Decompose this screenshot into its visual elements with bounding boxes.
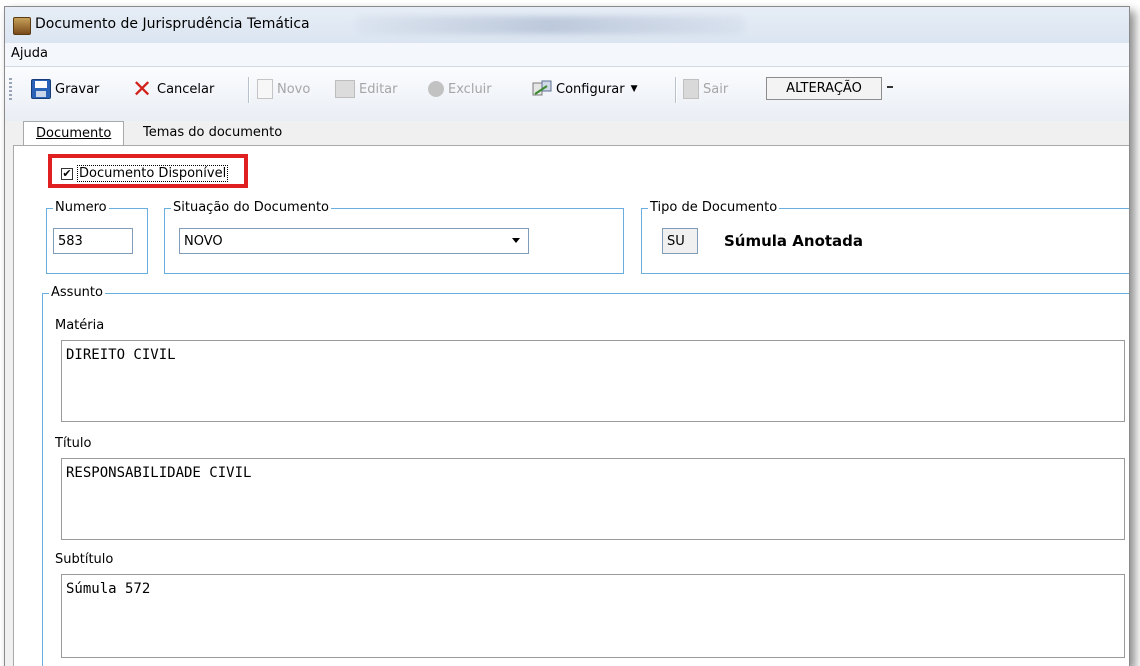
- toolbar-grip[interactable]: [9, 78, 12, 100]
- excluir-button[interactable]: Excluir: [428, 78, 492, 100]
- gravar-button[interactable]: Gravar: [31, 78, 99, 100]
- toolbar-separator: [248, 77, 250, 103]
- assunto-group: Assunto Matéria DIREITO CIVIL Título RES…: [42, 285, 1129, 666]
- window-title: Documento de Jurisprudência Temática: [35, 16, 310, 32]
- documento-disponivel-checkbox[interactable]: ✔ Documento Disponível: [61, 165, 229, 182]
- exit-icon: [683, 79, 699, 99]
- situacao-group: Situação do Documento NOVO: [164, 200, 624, 274]
- documento-disponivel-label: Documento Disponível: [77, 165, 229, 182]
- chevron-down-icon: ▼: [630, 84, 638, 94]
- titulo-textarea[interactable]: RESPONSABILIDADE CIVIL: [61, 458, 1125, 540]
- tipo-group-title: Tipo de Documento: [648, 200, 780, 215]
- subtitulo-label: Subtítulo: [55, 552, 114, 567]
- configurar-button[interactable]: Configurar ▼: [532, 78, 638, 100]
- save-icon: [31, 79, 51, 99]
- situacao-group-title: Situação do Documento: [171, 200, 332, 215]
- subtitulo-textarea[interactable]: Súmula 572: [61, 574, 1125, 658]
- tab-temas-label: Temas do documento: [143, 125, 283, 140]
- toolbar: Gravar ✕ Cancelar Novo Editar Excluir Co…: [5, 67, 1129, 122]
- situacao-select-value: NOVO: [184, 233, 223, 249]
- title-bar[interactable]: Documento de Jurisprudência Temática: [5, 7, 1129, 43]
- cancel-icon: ✕: [131, 75, 153, 103]
- tab-documento-label: Documento: [36, 126, 112, 141]
- edit-icon: [335, 80, 355, 98]
- numero-input[interactable]: 583: [53, 228, 133, 254]
- cancelar-button[interactable]: ✕ Cancelar: [131, 75, 215, 103]
- configurar-label: Configurar: [556, 81, 625, 97]
- tab-temas-do-documento[interactable]: Temas do documento: [131, 121, 294, 145]
- gravar-label: Gravar: [55, 81, 100, 97]
- checkbox-checked-icon[interactable]: ✔: [61, 167, 73, 180]
- app-window: Documento de Jurisprudência Temática Aju…: [4, 6, 1130, 666]
- toolbar-overflow-icon[interactable]: [887, 86, 893, 88]
- novo-button[interactable]: Novo: [257, 78, 310, 100]
- materia-label: Matéria: [55, 318, 105, 333]
- titulo-label: Título: [55, 436, 92, 451]
- menu-bar: Ajuda: [5, 43, 1129, 67]
- settings-tools-icon: [532, 80, 552, 98]
- editar-label: Editar: [359, 81, 398, 97]
- mode-indicator: ALTERAÇÃO: [766, 77, 882, 100]
- tab-strip: Documento Temas do documento: [5, 121, 1129, 147]
- numero-group-title: Numero: [53, 200, 109, 215]
- delete-icon: [428, 81, 444, 97]
- blurred-title-area: [355, 16, 745, 34]
- editar-button[interactable]: Editar: [335, 78, 398, 100]
- tipo-code-field: SU: [662, 228, 698, 254]
- numero-group: Numero 583: [46, 200, 148, 274]
- tab-documento[interactable]: Documento: [23, 121, 125, 147]
- sair-button[interactable]: Sair: [683, 78, 728, 100]
- tipo-group: Tipo de Documento SU Súmula Anotada: [641, 200, 1129, 274]
- situacao-select[interactable]: NOVO: [179, 228, 529, 254]
- dropdown-arrow-icon[interactable]: [512, 238, 520, 243]
- toolbar-separator: [675, 77, 677, 103]
- materia-textarea[interactable]: DIREITO CIVIL: [61, 340, 1125, 422]
- novo-label: Novo: [277, 81, 311, 97]
- app-icon: [13, 17, 31, 35]
- excluir-label: Excluir: [448, 81, 492, 97]
- assunto-group-title: Assunto: [49, 285, 105, 300]
- documento-panel: ✔ Documento Disponível Numero 583 Situaç…: [13, 145, 1129, 666]
- cancelar-label: Cancelar: [157, 81, 215, 97]
- sair-label: Sair: [703, 81, 729, 97]
- menu-ajuda[interactable]: Ajuda: [11, 46, 48, 61]
- tipo-name: Súmula Anotada: [724, 232, 864, 250]
- new-document-icon: [257, 79, 273, 99]
